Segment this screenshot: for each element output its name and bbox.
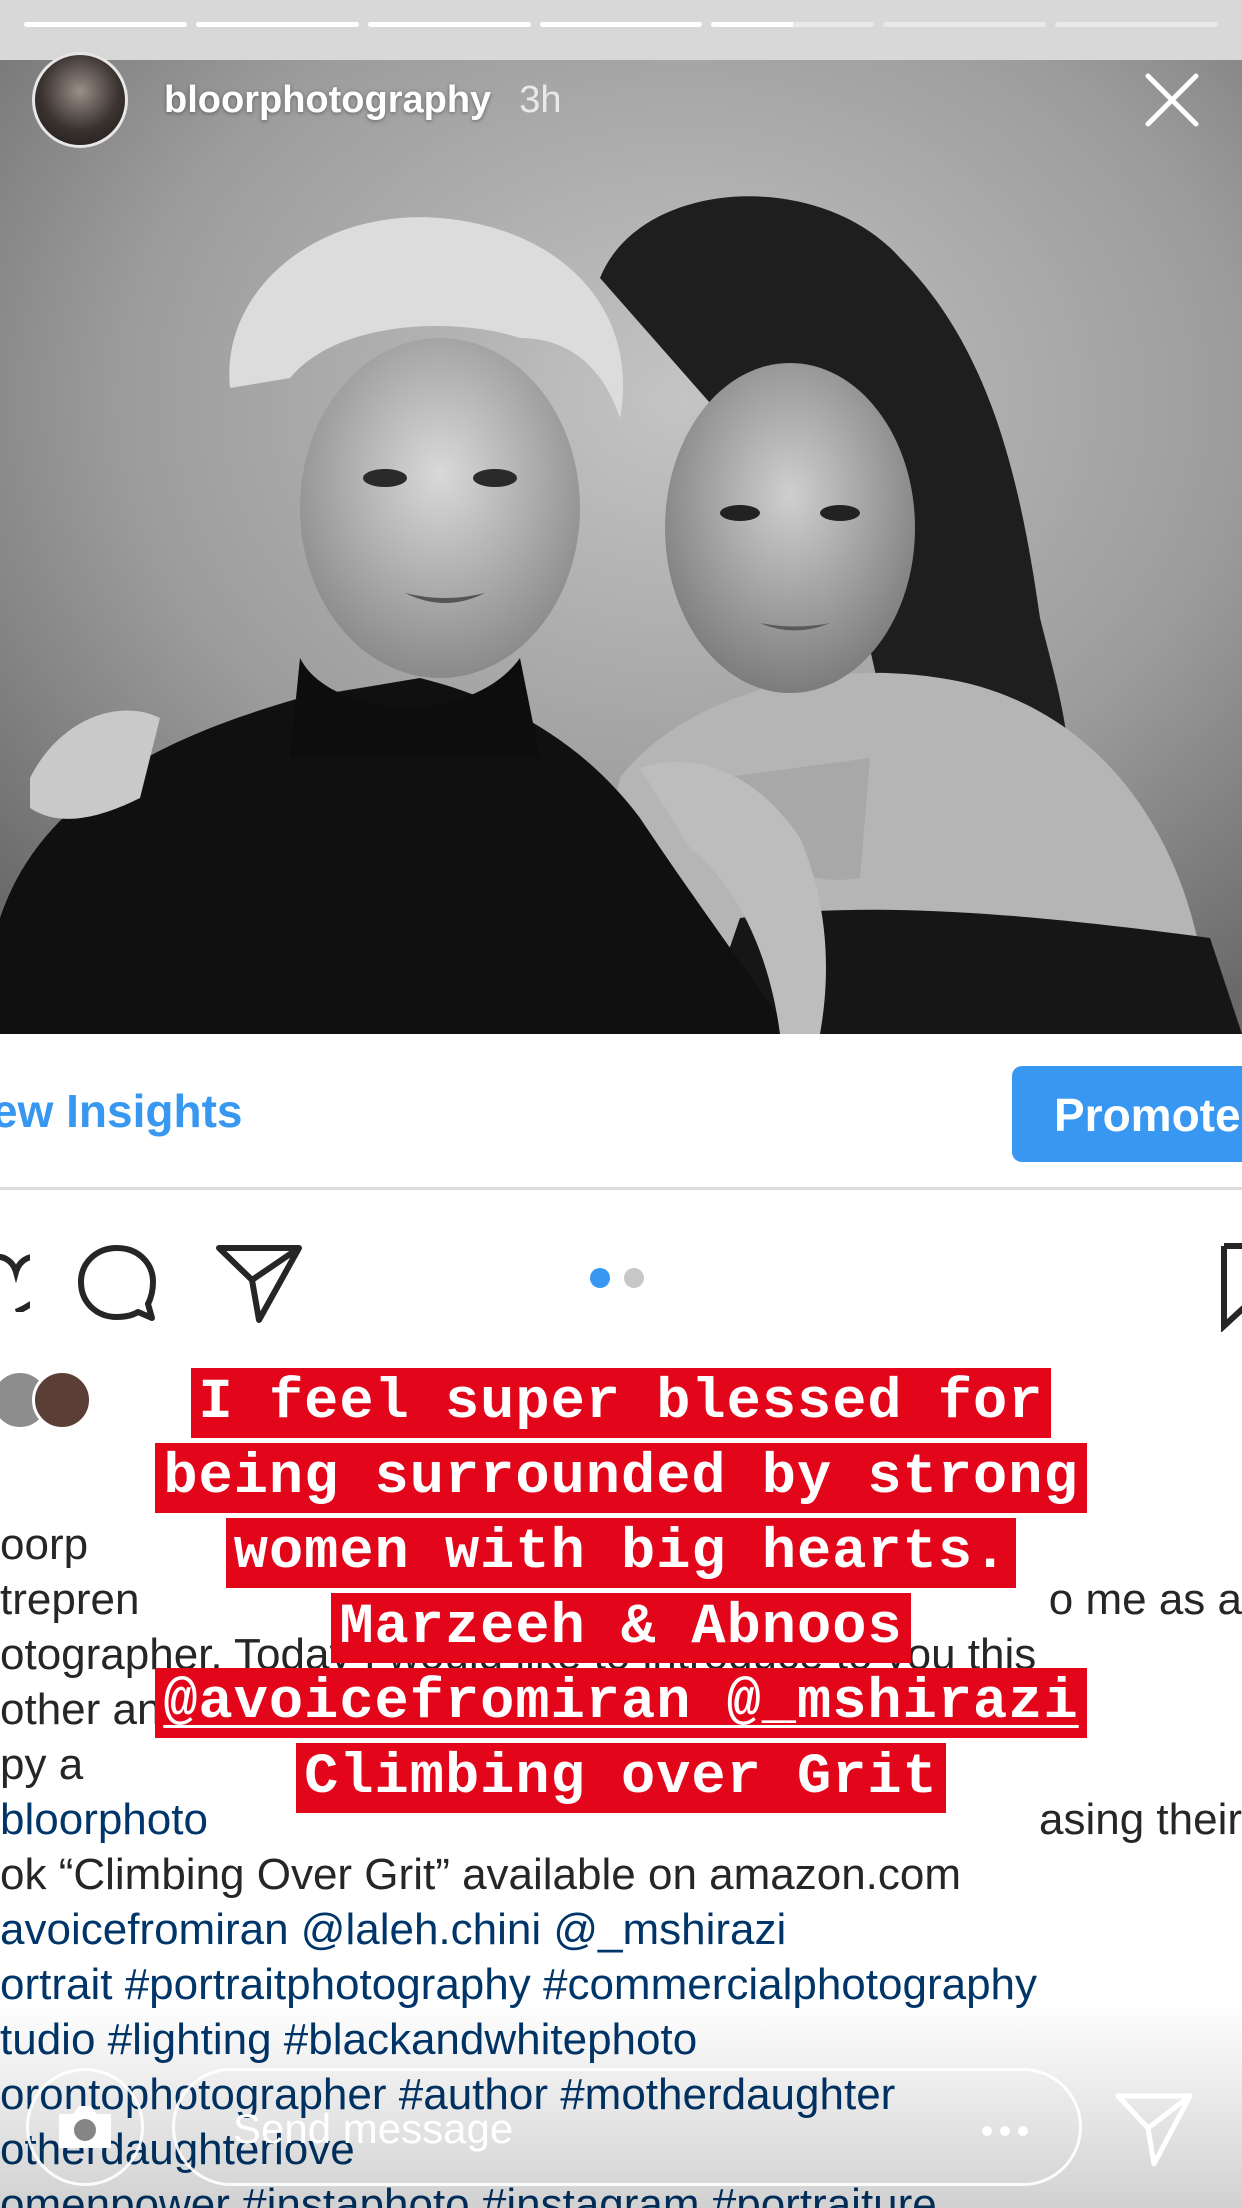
overlay-line: Climbing over Grit xyxy=(0,1743,1242,1818)
close-icon[interactable] xyxy=(1142,70,1202,130)
overlay-text[interactable]: @avoicefromiran @_mshirazi xyxy=(155,1668,1087,1738)
story-timestamp: 3h xyxy=(519,78,562,121)
send-message-placeholder: Send message xyxy=(233,2105,514,2152)
progress-fill xyxy=(367,22,531,27)
share-icon[interactable] xyxy=(214,1242,304,1324)
progress-segment xyxy=(367,22,531,27)
story-text-overlay: I feel super blessed for being surrounded… xyxy=(0,1368,1242,1818)
progress-segment xyxy=(539,22,703,27)
overlay-text: Climbing over Grit xyxy=(296,1743,946,1813)
caption-line: ok “Climbing Over Grit” available on ama… xyxy=(0,1850,961,1900)
progress-segment xyxy=(195,22,359,27)
story-viewer: bloorphotography 3h ew Insights Promote xyxy=(0,0,1242,2208)
caption-line[interactable]: avoicefromiran @laleh.chini @_mshirazi xyxy=(0,1905,786,1955)
progress-bars xyxy=(24,22,1219,27)
overlay-text: being surrounded by strong xyxy=(155,1443,1087,1513)
carousel-dot xyxy=(624,1268,644,1288)
overlay-line: being surrounded by strong xyxy=(0,1443,1242,1518)
insights-bar: ew Insights Promote xyxy=(0,1034,1242,1190)
carousel-dot xyxy=(590,1268,610,1288)
overlay-text: I feel super blessed for xyxy=(190,1368,1052,1438)
story-photo xyxy=(0,58,1242,1034)
promote-button[interactable]: Promote xyxy=(1012,1066,1242,1162)
comment-icon[interactable] xyxy=(76,1242,158,1324)
caption-text: avoicefromiran @laleh.chini @_mshirazi xyxy=(0,1905,787,1954)
progress-fill xyxy=(195,22,359,27)
overlay-line: @avoicefromiran @_mshirazi xyxy=(0,1668,1242,1743)
more-dots-icon[interactable] xyxy=(981,2125,1029,2137)
progress-fill xyxy=(24,22,187,27)
story-header: bloorphotography 3h xyxy=(32,50,1210,150)
progress-segment xyxy=(883,22,1047,27)
view-insights-link[interactable]: ew Insights xyxy=(0,1084,242,1138)
overlay-text: Marzeeh & Abnoos xyxy=(331,1593,911,1663)
heart-icon[interactable] xyxy=(0,1242,30,1312)
send-message-input[interactable]: Send message xyxy=(172,2068,1082,2186)
profile-avatar[interactable] xyxy=(32,52,128,148)
overlay-text: women with big hearts. xyxy=(225,1518,1017,1588)
overlay-line: women with big hearts. xyxy=(0,1518,1242,1593)
portrait-image xyxy=(0,58,1242,1034)
story-username[interactable]: bloorphotography xyxy=(164,79,491,122)
camera-icon[interactable] xyxy=(26,2068,144,2186)
progress-segment xyxy=(24,22,187,27)
progress-fill xyxy=(539,22,703,27)
progress-fill xyxy=(711,22,793,27)
carousel-indicator xyxy=(590,1268,644,1288)
overlay-line: Marzeeh & Abnoos xyxy=(0,1593,1242,1668)
send-icon[interactable] xyxy=(1114,2092,1194,2168)
caption-text: ok “Climbing Over Grit” available on ama… xyxy=(0,1850,962,1899)
progress-segment xyxy=(711,22,875,27)
progress-segment xyxy=(1055,22,1219,27)
bookmark-icon[interactable] xyxy=(1220,1242,1242,1332)
overlay-line: I feel super blessed for xyxy=(0,1368,1242,1443)
post-actions xyxy=(0,1190,1242,1370)
